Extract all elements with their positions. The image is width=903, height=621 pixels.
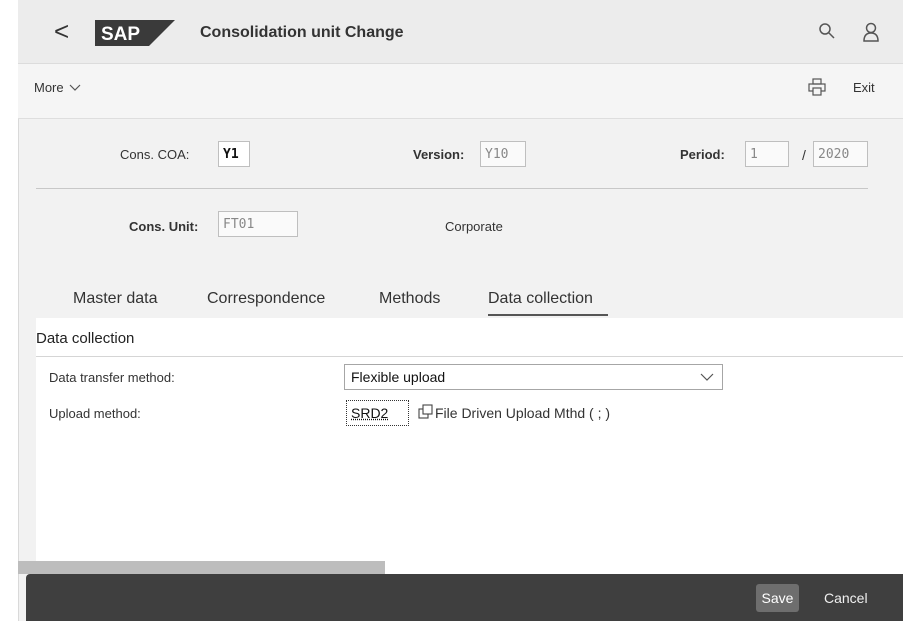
tab-data-collection[interactable]: Data collection — [488, 290, 593, 308]
version-field[interactable]: Y10 — [480, 141, 526, 167]
cancel-button[interactable]: Cancel — [824, 584, 868, 612]
tab-correspondence[interactable]: Correspondence — [207, 290, 325, 308]
cons-unit-label: Cons. Unit: — [129, 219, 199, 234]
page-title: Consolidation unit Change — [200, 24, 404, 41]
cons-unit-description: Corporate — [445, 219, 503, 234]
cons-coa-field[interactable]: Y1 — [218, 141, 250, 167]
header-separator — [36, 188, 868, 189]
back-button[interactable]: < — [54, 18, 69, 44]
chevron-down-icon — [700, 373, 714, 381]
version-label: Version: — [413, 147, 465, 162]
toolbar — [18, 64, 903, 119]
user-icon[interactable] — [862, 22, 880, 42]
upload-method-label: Upload method: — [49, 406, 141, 421]
period-label: Period: — [680, 147, 725, 162]
period-separator: / — [802, 147, 806, 163]
value-help-icon[interactable] — [418, 404, 433, 419]
more-menu-button[interactable]: More — [34, 80, 81, 95]
search-icon[interactable] — [818, 22, 836, 40]
sap-logo-text: SAP — [101, 24, 140, 45]
section-title: Data collection — [36, 330, 135, 347]
horizontal-scrollbar[interactable] — [18, 561, 385, 574]
year-field[interactable]: 2020 — [813, 141, 868, 167]
tab-master-data[interactable]: Master data — [73, 290, 157, 308]
tab-methods[interactable]: Methods — [379, 290, 440, 308]
save-button[interactable]: Save — [756, 584, 799, 612]
sap-logo: SAP — [95, 20, 175, 46]
data-transfer-method-label: Data transfer method: — [49, 370, 175, 385]
cons-unit-field[interactable]: FT01 — [218, 211, 298, 237]
print-icon[interactable] — [808, 78, 826, 96]
section-divider — [36, 356, 903, 357]
data-transfer-method-dropdown[interactable]: Flexible upload — [344, 364, 723, 390]
more-label: More — [34, 80, 64, 95]
upload-method-description: File Driven Upload Mthd ( ; ) — [435, 405, 611, 421]
upload-method-field[interactable]: SRD2 — [346, 400, 409, 426]
exit-button[interactable]: Exit — [853, 80, 875, 95]
chevron-down-icon — [69, 84, 81, 91]
selected-tab-indicator — [488, 314, 608, 316]
data-transfer-method-value: Flexible upload — [351, 369, 446, 385]
cons-coa-label: Cons. COA: — [120, 147, 190, 162]
period-field[interactable]: 1 — [745, 141, 789, 167]
